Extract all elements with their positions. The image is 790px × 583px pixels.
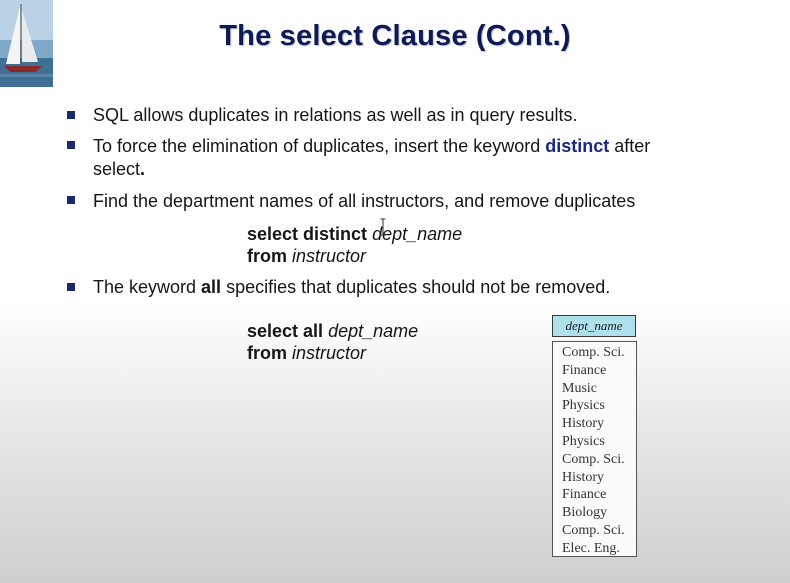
query-distinct: select distinct dept_name from instructo… xyxy=(247,223,462,267)
table-row: History xyxy=(562,469,604,485)
sql-keyword: select distinct xyxy=(247,224,368,244)
bullet-text-part: specifies that duplicates should not be … xyxy=(221,277,611,297)
slide-title: The select Clause (Cont.) xyxy=(219,20,571,52)
query-all: select all dept_name from instructor xyxy=(247,320,418,364)
table-row: Comp. Sci. xyxy=(562,522,625,538)
sql-keyword: select all xyxy=(247,321,324,341)
table-row: History xyxy=(562,416,604,432)
keyword-all: all xyxy=(201,277,222,297)
bullet-text-part: after xyxy=(609,136,651,156)
bullet-text-part: The keyword xyxy=(93,277,202,297)
table-row: Biology xyxy=(562,505,608,521)
table-row: Physics xyxy=(562,398,605,414)
bullet-text-part: To force the elimination of duplicates, … xyxy=(93,136,546,156)
bullet-text: To force the elimination of duplicates, … xyxy=(93,135,733,181)
table-row: Finance xyxy=(562,487,607,503)
text-cursor-icon xyxy=(380,218,386,236)
sql-relation: instructor xyxy=(292,246,367,266)
sql-keyword: from xyxy=(247,343,287,363)
table-row: Music xyxy=(562,380,597,396)
bullet-text: Find the department names of all instruc… xyxy=(93,191,636,211)
bullet-marker xyxy=(67,283,75,291)
bullet-text-part: select xyxy=(93,159,141,179)
table-row: Comp. Sci. xyxy=(562,451,625,467)
bullet-text-part: . xyxy=(140,159,146,179)
sql-attribute: dept_name xyxy=(328,321,419,341)
bullet-marker xyxy=(67,111,75,119)
result-table-header: dept_name xyxy=(552,315,636,337)
table-row: Elec. Eng. xyxy=(562,540,620,556)
result-table-body: Comp. Sci. Finance Music Physics History… xyxy=(552,341,637,557)
bullet-marker xyxy=(67,196,75,204)
sql-keyword: from xyxy=(247,246,287,266)
bullet-marker xyxy=(67,141,75,149)
table-row: Finance xyxy=(562,362,607,378)
bullet-text: The keyword all specifies that duplicate… xyxy=(93,276,733,299)
bullet-text: SQL allows duplicates in relations as we… xyxy=(93,105,578,125)
table-row: Comp. Sci. xyxy=(562,345,625,360)
sql-relation: instructor xyxy=(292,343,367,363)
keyword-distinct: distinct xyxy=(545,136,610,156)
table-row: Physics xyxy=(562,433,605,449)
